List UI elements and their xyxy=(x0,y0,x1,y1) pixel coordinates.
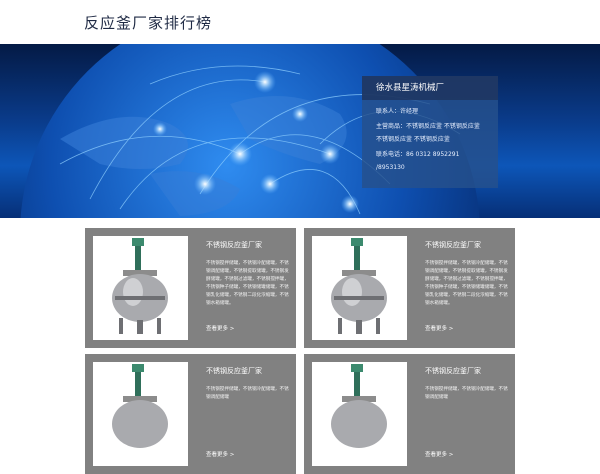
product-description: 不锈钢搅拌储罐，不锈钢冷配储罐，不锈钢调配储罐 xyxy=(206,387,289,400)
product-title[interactable]: 不锈钢反应釜厂家 xyxy=(206,240,262,250)
product-card[interactable]: 不锈钢反应釜厂家 不锈钢搅拌储罐，不锈钢冷配储罐，不锈钢调配储罐，不锈钢提取储罐… xyxy=(85,228,296,348)
product-photo[interactable] xyxy=(93,236,188,340)
product-description: 不锈钢搅拌储罐，不锈钢冷配储罐，不锈钢调配储罐 xyxy=(425,387,508,400)
view-more-link[interactable]: 查看更多 > xyxy=(425,450,453,458)
product-card[interactable]: 不锈钢反应釜厂家 不锈钢搅拌储罐，不锈钢冷配储罐，不锈钢调配储罐 查看更多 > xyxy=(304,354,515,474)
product-grid: 不锈钢反应釜厂家 不锈钢搅拌储罐，不锈钢冷配储罐，不锈钢调配储罐，不锈钢提取储罐… xyxy=(85,228,515,474)
contact-phone-line-1: 联系电话：86 0312 8952291 xyxy=(376,151,460,158)
main-products-line-2: 不锈钢反应釜 不锈钢反应釜 xyxy=(376,136,450,143)
view-more-link[interactable]: 查看更多 > xyxy=(425,324,453,332)
product-photo[interactable] xyxy=(93,362,188,466)
page-title: 反应釜厂家排行榜 xyxy=(84,14,213,32)
product-photo[interactable] xyxy=(312,236,407,340)
product-title[interactable]: 不锈钢反应釜厂家 xyxy=(425,366,481,376)
main-products-line-1: 主营商品：不锈钢反应釜 不锈钢反应釜 xyxy=(376,123,480,130)
product-card[interactable]: 不锈钢反应釜厂家 不锈钢搅拌储罐，不锈钢冷配储罐，不锈钢调配储罐，不锈钢提取储罐… xyxy=(304,228,515,348)
hero-banner: 徐水县星涛机械厂 联系人：许经理 主营商品：不锈钢反应釜 不锈钢反应釜 不锈钢反… xyxy=(0,44,600,218)
product-title[interactable]: 不锈钢反应釜厂家 xyxy=(206,366,262,376)
company-info-panel: 徐水县星涛机械厂 联系人：许经理 主营商品：不锈钢反应釜 不锈钢反应釜 不锈钢反… xyxy=(362,76,498,188)
globe-network-illustration xyxy=(20,44,480,218)
reactor-vessel-image xyxy=(331,364,387,448)
product-description: 不锈钢搅拌储罐，不锈钢冷配储罐，不锈钢调配储罐，不锈钢提取储罐，不锈钢发酵储罐，… xyxy=(425,261,508,306)
product-photo[interactable] xyxy=(312,362,407,466)
product-title[interactable]: 不锈钢反应釜厂家 xyxy=(425,240,481,250)
contact-person: 联系人：许经理 xyxy=(376,108,419,115)
company-name: 徐水县星涛机械厂 xyxy=(362,76,498,100)
reactor-vessel-image xyxy=(331,238,387,334)
contact-phone-line-2: /8953130 xyxy=(376,164,405,171)
product-description: 不锈钢搅拌储罐，不锈钢冷配储罐，不锈钢调配储罐，不锈钢提取储罐，不锈钢发酵储罐，… xyxy=(206,261,289,306)
site-header: 反应釜厂家排行榜 xyxy=(0,0,600,44)
reactor-vessel-image xyxy=(112,238,168,334)
view-more-link[interactable]: 查看更多 > xyxy=(206,450,234,458)
product-card[interactable]: 不锈钢反应釜厂家 不锈钢搅拌储罐，不锈钢冷配储罐，不锈钢调配储罐 查看更多 > xyxy=(85,354,296,474)
reactor-vessel-image xyxy=(112,364,168,448)
view-more-link[interactable]: 查看更多 > xyxy=(206,324,234,332)
